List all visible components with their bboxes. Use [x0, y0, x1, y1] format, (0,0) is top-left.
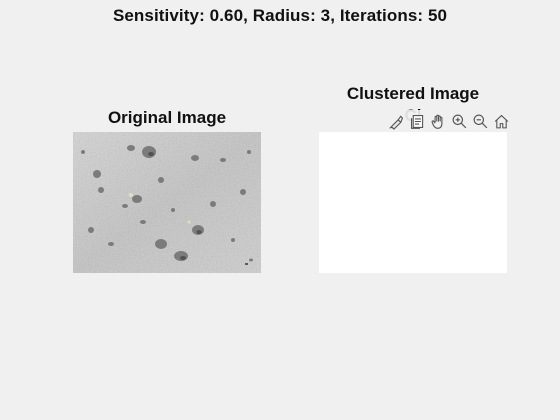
clustered-image — [319, 132, 507, 273]
datatip-icon[interactable] — [407, 111, 427, 131]
brush-icon[interactable] — [386, 111, 406, 131]
axes-toolbar — [384, 110, 513, 132]
zoom-out-icon[interactable] — [470, 111, 490, 131]
home-icon[interactable] — [491, 111, 511, 131]
original-image — [73, 132, 261, 273]
original-image-texture — [73, 132, 261, 273]
zoom-in-icon[interactable] — [449, 111, 469, 131]
figure-title: Sensitivity: 0.60, Radius: 3, Iterations… — [112, 6, 448, 25]
pan-icon[interactable] — [428, 111, 448, 131]
original-image-title: Original Image — [107, 108, 227, 127]
clustered-image-title-line1: Clustered Image — [346, 84, 480, 103]
